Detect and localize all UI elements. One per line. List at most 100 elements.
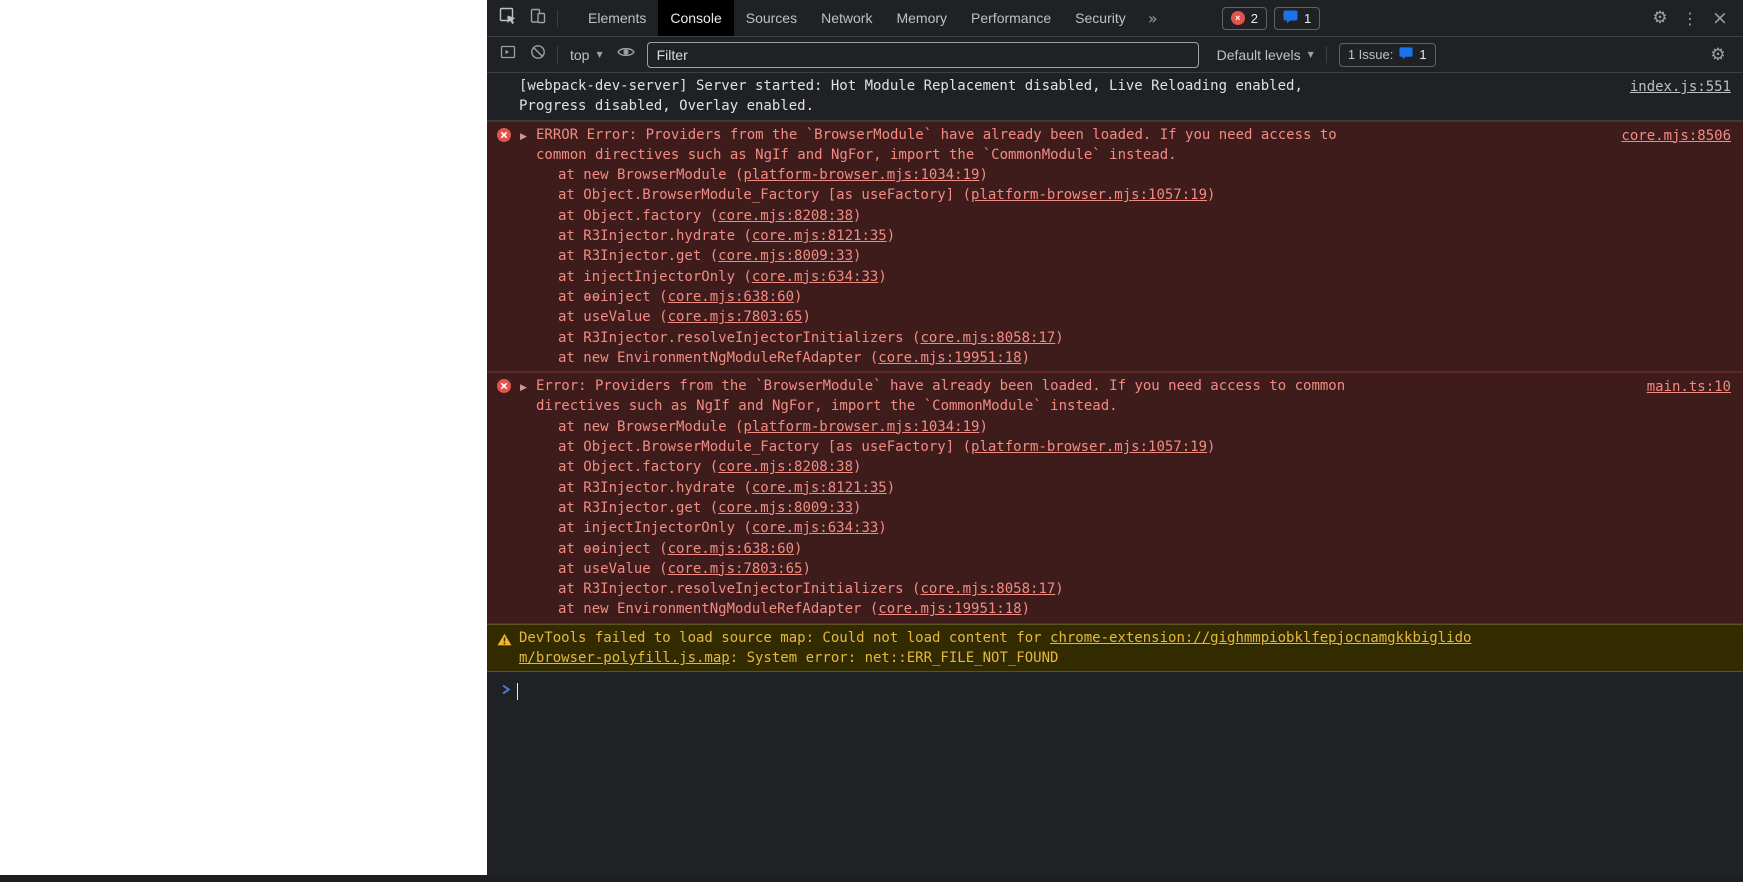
- stack-source-link[interactable]: core.mjs:638:60: [668, 289, 794, 305]
- toolbar-divider: [1326, 46, 1327, 63]
- error-icon: [497, 379, 511, 393]
- stack-frame-text: ): [802, 309, 810, 325]
- stack-source-link[interactable]: core.mjs:8208:38: [718, 459, 853, 475]
- stack-frame: at new BrowserModule (platform-browser.m…: [536, 417, 1613, 437]
- console-prompt[interactable]: [487, 672, 1743, 702]
- console-settings-button[interactable]: ⚙: [1703, 41, 1733, 69]
- clear-console-button[interactable]: [523, 41, 553, 69]
- stack-frame-text: at R3Injector.get (: [558, 500, 718, 516]
- stack-frame: at Object.BrowserModule_Factory [as useF…: [536, 185, 1613, 205]
- settings-gear-icon: ⚙: [1710, 45, 1725, 65]
- stack-source-link[interactable]: core.mjs:8058:17: [920, 581, 1055, 597]
- stack-frame-text: ): [887, 480, 895, 496]
- stack-source-link[interactable]: platform-browser.mjs:1057:19: [971, 187, 1207, 203]
- tab-console[interactable]: Console: [658, 0, 733, 36]
- log-levels-selector[interactable]: Default levels ▼: [1209, 47, 1322, 63]
- message-source-link[interactable]: core.mjs:8506: [1621, 126, 1731, 146]
- message-body: ERROR Error: Providers from the `Browser…: [536, 125, 1613, 369]
- more-tabs-button[interactable]: »: [1138, 4, 1168, 32]
- stack-source-link[interactable]: core.mjs:8009:33: [718, 500, 853, 516]
- stack-frame: at Object.BrowserModule_Factory [as useF…: [536, 437, 1613, 457]
- stack-frame: at R3Injector.resolveInjectorInitializer…: [536, 579, 1613, 599]
- stack-frame-text: at new BrowserModule (: [558, 419, 743, 435]
- tab-security[interactable]: Security: [1063, 0, 1138, 36]
- stack-source-link[interactable]: platform-browser.mjs:1057:19: [971, 439, 1207, 455]
- stack-source-link[interactable]: core.mjs:8121:35: [752, 228, 887, 244]
- stack-source-link[interactable]: core.mjs:8121:35: [752, 480, 887, 496]
- stack-source-link[interactable]: core.mjs:8058:17: [920, 330, 1055, 346]
- message-text-post: : System error: net::ERR_FILE_NOT_FOUND: [730, 650, 1059, 666]
- stack-source-link[interactable]: core.mjs:19951:18: [878, 601, 1021, 617]
- close-icon: ×: [1712, 7, 1728, 29]
- message-source-link[interactable]: index.js:551: [1630, 77, 1731, 97]
- stack-frame-text: ): [853, 248, 861, 264]
- issues-count: 1: [1419, 47, 1426, 62]
- stack-source-link[interactable]: core.mjs:638:60: [668, 541, 794, 557]
- stack-frame-text: at injectInjectorOnly (: [558, 269, 752, 285]
- stack-frame-text: at ɵɵinject (: [558, 541, 668, 557]
- toolbar-divider: [557, 46, 558, 63]
- warning-message: DevTools failed to load source map: Coul…: [487, 624, 1743, 673]
- stack-source-link[interactable]: core.mjs:7803:65: [668, 561, 803, 577]
- stack-source-link[interactable]: platform-browser.mjs:1034:19: [743, 419, 979, 435]
- stack-frame-text: at R3Injector.resolveInjectorInitializer…: [558, 581, 920, 597]
- tab-performance[interactable]: Performance: [959, 0, 1063, 36]
- filter-input[interactable]: [647, 42, 1199, 68]
- stack-frame-text: at R3Injector.resolveInjectorInitializer…: [558, 330, 920, 346]
- issue-count: 1: [1304, 11, 1311, 26]
- stack-source-link[interactable]: core.mjs:8208:38: [718, 208, 853, 224]
- stack-frame-text: ): [878, 520, 886, 536]
- expand-icon[interactable]: ▶: [520, 127, 527, 147]
- console-toolbar: top ▼ Default levels ▼ 1 Issue:: [487, 37, 1743, 73]
- expand-icon[interactable]: ▶: [520, 378, 527, 398]
- device-toolbar-button[interactable]: [523, 4, 553, 32]
- stack-frame-text: ): [1022, 601, 1030, 617]
- inspect-element-button[interactable]: [493, 4, 523, 32]
- bottom-bar: [0, 875, 1743, 882]
- error-counter[interactable]: × 2: [1222, 7, 1267, 30]
- settings-gear-icon: ⚙: [1652, 8, 1667, 28]
- stack-source-link[interactable]: core.mjs:634:33: [752, 520, 878, 536]
- issues-flag-icon: [1399, 46, 1413, 63]
- stack-frame: at ɵɵinject (core.mjs:638:60): [536, 539, 1613, 559]
- stack-source-link[interactable]: core.mjs:7803:65: [668, 309, 803, 325]
- tab-network[interactable]: Network: [809, 0, 884, 36]
- stack-frame-text: ): [1207, 187, 1215, 203]
- stack-frame: at new EnvironmentNgModuleRefAdapter (co…: [536, 599, 1613, 619]
- stack-frame-text: ): [1207, 439, 1215, 455]
- chevron-down-icon: ▼: [596, 50, 602, 59]
- tab-elements[interactable]: Elements: [576, 0, 658, 36]
- tab-sources[interactable]: Sources: [734, 0, 809, 36]
- stack-frame-text: at R3Injector.get (: [558, 248, 718, 264]
- javascript-context-selector[interactable]: top ▼: [562, 47, 611, 63]
- stack-frame-text: at Object.BrowserModule_Factory [as useF…: [558, 439, 971, 455]
- stack-frame-text: at new EnvironmentNgModuleRefAdapter (: [558, 601, 878, 617]
- stack-source-link[interactable]: platform-browser.mjs:1034:19: [743, 167, 979, 183]
- message-body: Error: Providers from the `BrowserModule…: [536, 376, 1613, 620]
- stack-frame: at new EnvironmentNgModuleRefAdapter (co…: [536, 348, 1613, 368]
- settings-button[interactable]: ⚙: [1645, 4, 1675, 32]
- stack-frame-text: ): [1055, 581, 1063, 597]
- menu-button[interactable]: ⋮: [1675, 4, 1705, 32]
- issues-button[interactable]: 1 Issue: 1: [1339, 43, 1436, 67]
- tab-memory[interactable]: Memory: [884, 0, 959, 36]
- stack-frame-text: ): [853, 500, 861, 516]
- issues-label: 1 Issue:: [1348, 47, 1394, 62]
- page-content: [0, 0, 487, 875]
- live-expression-button[interactable]: [611, 41, 641, 69]
- error-icon: [497, 128, 511, 142]
- message-source-link[interactable]: main.ts:10: [1647, 377, 1731, 397]
- prompt-chevron-icon: [500, 683, 512, 701]
- stack-source-link[interactable]: core.mjs:8009:33: [718, 248, 853, 264]
- stack-source-link[interactable]: core.mjs:634:33: [752, 269, 878, 285]
- stack-source-link[interactable]: core.mjs:19951:18: [878, 350, 1021, 366]
- stack-frame-text: at new BrowserModule (: [558, 167, 743, 183]
- error-count: 2: [1251, 11, 1258, 26]
- console-sidebar-button[interactable]: [493, 41, 523, 69]
- stack-frame-text: ): [1055, 330, 1063, 346]
- issue-counter[interactable]: 1: [1274, 7, 1320, 30]
- stack-frame-text: at Object.BrowserModule_Factory [as useF…: [558, 187, 971, 203]
- stack-frame-text: at useValue (: [558, 561, 668, 577]
- close-devtools-button[interactable]: ×: [1705, 4, 1735, 32]
- stack-frame-text: at ɵɵinject (: [558, 289, 668, 305]
